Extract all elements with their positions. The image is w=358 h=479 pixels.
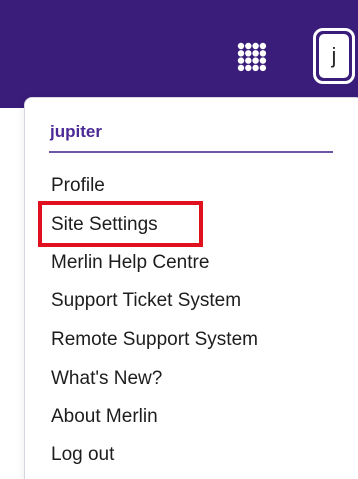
menu-item-site-settings[interactable]: Site Settings <box>51 214 158 236</box>
menu-item-support-ticket-system[interactable]: Support Ticket System <box>51 290 241 312</box>
menu-item-help-centre[interactable]: Merlin Help Centre <box>51 252 209 274</box>
grid-apps-icon <box>237 42 267 72</box>
menu-item-profile[interactable]: Profile <box>51 175 105 197</box>
avatar-initial: j <box>319 34 349 78</box>
menu-item-log-out[interactable]: Log out <box>51 444 114 466</box>
user-avatar-button[interactable]: j <box>313 28 355 84</box>
menu-item-whats-new[interactable]: What's New? <box>51 368 162 390</box>
menu-username: jupiter <box>50 122 102 141</box>
page: j jupiter Profile Site Settings Merlin H… <box>0 0 358 479</box>
top-navigation-bar: j <box>0 0 358 108</box>
user-dropdown-menu: jupiter Profile Site Settings Merlin Hel… <box>24 97 358 479</box>
menu-item-about-merlin[interactable]: About Merlin <box>51 406 158 428</box>
apps-launcher-button[interactable] <box>231 36 271 76</box>
menu-divider <box>49 151 333 153</box>
menu-item-remote-support-system[interactable]: Remote Support System <box>51 329 258 351</box>
